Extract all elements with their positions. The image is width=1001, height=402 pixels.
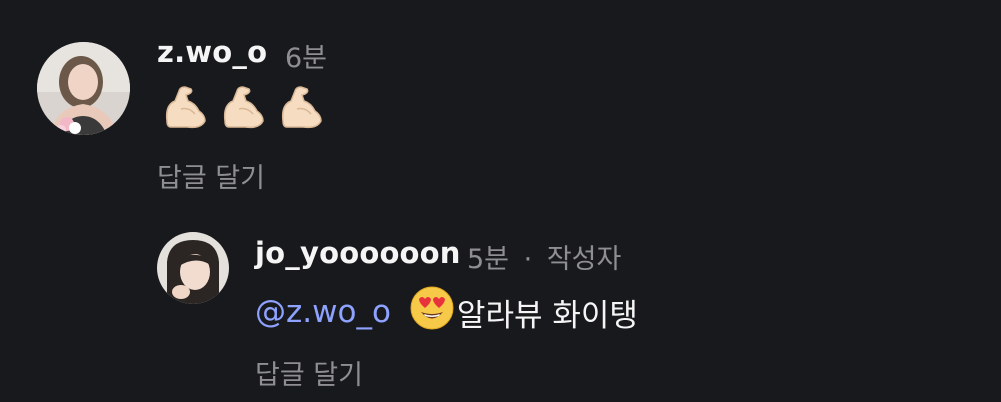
- mention-link[interactable]: @z.wo_o: [255, 294, 391, 330]
- author-badge: 작성자: [546, 244, 622, 275]
- flexed-biceps-icon: [277, 81, 327, 139]
- comment-body: [161, 84, 327, 136]
- heart-eyes-face-icon: [409, 285, 455, 339]
- reply-text: 알라뷰 화이탱: [456, 297, 638, 334]
- reply-username[interactable]: jo_yoooooon: [255, 236, 461, 270]
- reply-button[interactable]: 답글 달기: [157, 156, 265, 195]
- reply-body: @z.wo_o 알라뷰 화이탱: [255, 286, 638, 338]
- reply-meta: 5분 · 작성자: [467, 237, 621, 276]
- comments-thread: z.wo_o 6분 답글 달기 jo_yoooooon 5분 · 작성자 @z.…: [0, 0, 1001, 402]
- flexed-biceps-icon: [161, 81, 211, 139]
- avatar[interactable]: [157, 232, 229, 304]
- avatar[interactable]: [37, 42, 130, 135]
- reply-timestamp: 5분: [467, 244, 510, 275]
- meta-separator: ·: [523, 244, 533, 275]
- reply-button[interactable]: 답글 달기: [255, 353, 363, 392]
- comment-timestamp: 6분: [285, 43, 328, 74]
- flexed-biceps-icon: [219, 81, 269, 139]
- comment-username[interactable]: z.wo_o: [157, 35, 267, 69]
